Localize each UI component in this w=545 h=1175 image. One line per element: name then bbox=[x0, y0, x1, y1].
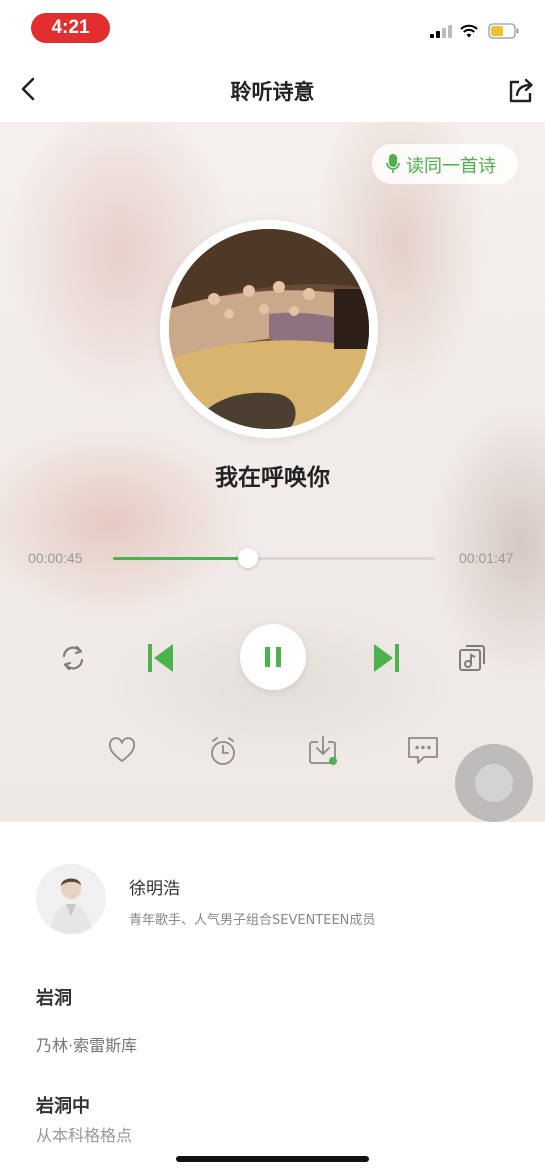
current-time: 00:00:45 bbox=[28, 550, 83, 566]
home-indicator bbox=[176, 1156, 369, 1162]
song-title: 我在呼唤你 bbox=[215, 465, 330, 491]
status-bar: 4:21 bbox=[0, 0, 545, 56]
download-icon[interactable] bbox=[306, 734, 340, 768]
poem-section-title: 岩洞中 bbox=[36, 1096, 90, 1117]
floating-assistive-button[interactable] bbox=[455, 744, 533, 822]
battery-icon bbox=[488, 23, 519, 39]
previous-icon[interactable] bbox=[146, 642, 176, 674]
progress-fill bbox=[113, 557, 249, 560]
play-pause-button[interactable] bbox=[240, 624, 306, 690]
album-art bbox=[169, 229, 369, 429]
nav-bar: 聆听诗意 bbox=[0, 56, 545, 122]
status-time: 4:21 bbox=[31, 13, 110, 43]
next-icon[interactable] bbox=[371, 642, 401, 674]
mic-icon bbox=[386, 154, 400, 173]
signal-icon bbox=[430, 24, 452, 38]
poem-author: 乃林·索雷斯库 bbox=[36, 1036, 138, 1055]
total-time: 00:01:47 bbox=[459, 550, 514, 566]
reader-description: 青年歌手、人气男子组合SEVENTEEN成员 bbox=[129, 913, 376, 928]
reader-avatar[interactable] bbox=[36, 864, 106, 934]
loop-icon[interactable] bbox=[57, 642, 89, 674]
wifi-icon bbox=[460, 24, 478, 38]
timer-icon[interactable] bbox=[207, 735, 239, 767]
poem-first-line: 从本科格格点 bbox=[36, 1126, 133, 1145]
read-same-poem-label: 读同一首诗 bbox=[406, 156, 496, 177]
heart-icon[interactable] bbox=[107, 735, 137, 765]
album-cover bbox=[160, 220, 378, 438]
progress-bar[interactable] bbox=[113, 548, 435, 568]
poem-title: 岩洞 bbox=[36, 988, 72, 1009]
page-title: 聆听诗意 bbox=[230, 80, 315, 104]
playlist-icon[interactable] bbox=[456, 642, 488, 674]
reader-section: 徐明浩 青年歌手、人气男子组合SEVENTEEN成员 岩洞 乃林·索雷斯库 岩洞… bbox=[0, 822, 545, 1175]
share-icon[interactable] bbox=[506, 76, 536, 106]
reader-name: 徐明浩 bbox=[129, 879, 180, 899]
pause-icon bbox=[265, 647, 281, 667]
read-same-poem-button[interactable]: 读同一首诗 bbox=[372, 144, 518, 184]
progress-thumb[interactable] bbox=[238, 548, 259, 568]
player-area: 读同一首诗 我在呼唤你 00:00:45 00:01:47 bbox=[0, 122, 545, 822]
comment-icon[interactable] bbox=[406, 735, 440, 767]
